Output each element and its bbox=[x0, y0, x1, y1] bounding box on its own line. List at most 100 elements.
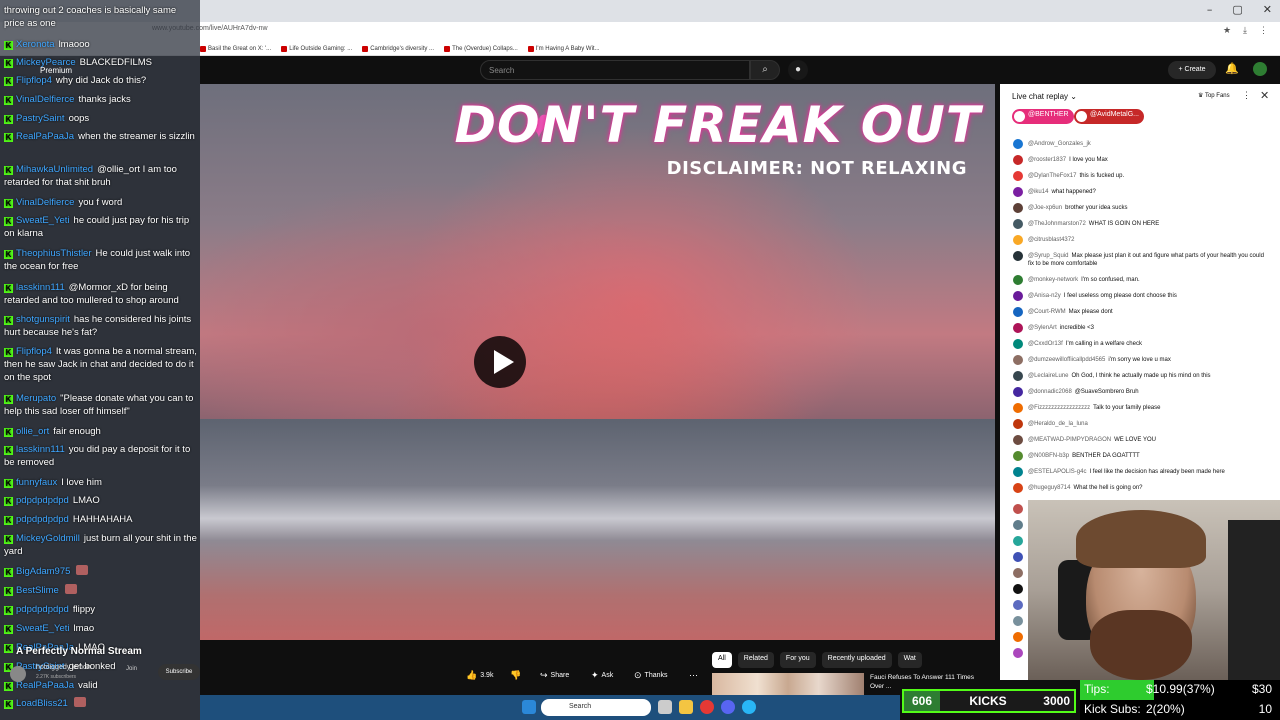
bookmark-item[interactable]: Basil the Great on X: '... bbox=[200, 45, 271, 52]
chat-avatar[interactable] bbox=[1013, 323, 1023, 333]
chat-username[interactable]: MihawkaUnlimited bbox=[16, 164, 93, 175]
notifications-bell-icon[interactable]: 🔔 bbox=[1225, 62, 1239, 75]
chrome-icon[interactable] bbox=[700, 700, 714, 714]
chat-avatar[interactable] bbox=[1013, 387, 1023, 397]
chat-avatar[interactable] bbox=[1013, 139, 1023, 149]
chat-username[interactable]: pdpdpdpdpd bbox=[16, 604, 69, 615]
top-fans-button[interactable]: ♛ Top Fans bbox=[1198, 92, 1230, 99]
chat-avatar[interactable] bbox=[1013, 171, 1023, 181]
bookmark-item[interactable]: I'm Having A Baby Wit... bbox=[527, 45, 600, 52]
chat-username[interactable]: MickeyGoldmill bbox=[16, 533, 80, 544]
chat-avatar[interactable] bbox=[1013, 203, 1023, 213]
chat-avatar[interactable] bbox=[1013, 419, 1023, 429]
chat-avatar[interactable] bbox=[1013, 435, 1023, 445]
chat-avatar[interactable] bbox=[1013, 467, 1023, 477]
live-chat-username[interactable]: @LeclaireLune bbox=[1028, 373, 1068, 379]
chip-recently-uploaded[interactable]: Recently uploaded bbox=[821, 652, 892, 668]
chat-avatar[interactable] bbox=[1013, 251, 1023, 261]
chat-username[interactable]: lasskinn111 bbox=[16, 444, 65, 455]
more-actions-icon[interactable]: ⋯ bbox=[689, 668, 698, 682]
chat-avatar[interactable] bbox=[1013, 235, 1023, 245]
live-chat-username[interactable]: @iku14 bbox=[1028, 189, 1048, 195]
chat-avatar[interactable] bbox=[1013, 291, 1023, 301]
live-chat-username[interactable]: @Syrup_Squid bbox=[1028, 253, 1068, 259]
chat-username[interactable]: VinalDelfierce bbox=[16, 197, 74, 208]
chat-username[interactable]: shotgunspirit bbox=[16, 314, 70, 325]
live-chat-username[interactable]: @CxxdOr13f bbox=[1028, 341, 1063, 347]
live-chat-username[interactable]: @Androw_Gonzales_jk bbox=[1028, 141, 1091, 147]
live-chat-username[interactable]: @ESTELAPOLIS-g4c bbox=[1028, 469, 1086, 475]
task-view-icon[interactable] bbox=[658, 700, 672, 714]
live-chat-username[interactable]: @SylenArt bbox=[1028, 325, 1057, 331]
live-chat-username[interactable]: @DylanTheFox17 bbox=[1028, 173, 1076, 179]
maximize-icon[interactable]: ▢ bbox=[1232, 3, 1242, 16]
live-chat-username[interactable]: @Heraldo_de_la_luna bbox=[1028, 421, 1088, 427]
pinned-fan-badge[interactable]: @AvidMetalG... bbox=[1074, 109, 1144, 124]
chat-username[interactable]: TheophiusThistler bbox=[16, 248, 92, 259]
channel-avatar[interactable] bbox=[10, 666, 26, 682]
dislike-button[interactable]: 👎 bbox=[510, 668, 521, 682]
chat-avatar[interactable] bbox=[1013, 451, 1023, 461]
chip-watched[interactable]: Wat bbox=[897, 652, 922, 668]
live-chat-username[interactable]: @TheJohnmarston72 bbox=[1028, 221, 1086, 227]
windows-start-icon[interactable] bbox=[522, 700, 536, 714]
live-chat-username[interactable]: @MEATWAD-PIMPYDRAGON bbox=[1028, 437, 1111, 443]
live-chat-username[interactable]: @donnadic2068 bbox=[1028, 389, 1072, 395]
live-chat-username[interactable]: @monkey-network bbox=[1028, 277, 1078, 283]
chat-username[interactable]: BestSlime bbox=[16, 585, 59, 596]
thanks-button[interactable]: ⊙ Thanks bbox=[634, 668, 668, 682]
live-chat-username[interactable]: @citrusblast4372 bbox=[1028, 237, 1074, 243]
chat-username[interactable]: LoadBliss21 bbox=[16, 698, 68, 709]
chat-username[interactable]: BigAdam975 bbox=[16, 566, 70, 577]
app-icon[interactable] bbox=[742, 700, 756, 714]
account-avatar[interactable] bbox=[1253, 62, 1267, 76]
chat-avatar[interactable] bbox=[1013, 403, 1023, 413]
chat-username[interactable]: Xeronota bbox=[16, 39, 55, 50]
live-chat-username[interactable]: @Fizzzzzzzzzzzzzzzzz bbox=[1028, 405, 1090, 411]
live-chat-username[interactable]: @Anisa-n2y bbox=[1028, 293, 1061, 299]
video-player[interactable]: ♥ DON'T FREAK OUT DISCLAIMER: NOT RELAXI… bbox=[200, 84, 995, 640]
chat-username[interactable]: pdpdpdpdpd bbox=[16, 495, 69, 506]
chat-username[interactable]: ollie_ort bbox=[16, 426, 49, 437]
search-input[interactable]: Search bbox=[480, 60, 750, 80]
chip-all[interactable]: All bbox=[712, 652, 732, 668]
bookmark-item[interactable]: Life Outside Gaming: ... bbox=[281, 45, 352, 52]
subscribe-button[interactable]: Subscribe bbox=[158, 664, 200, 680]
live-chat-username[interactable]: @hugeguy8714 bbox=[1028, 485, 1070, 491]
chat-avatar[interactable] bbox=[1013, 339, 1023, 349]
join-button[interactable]: Join bbox=[126, 666, 137, 672]
pinned-fan-badge[interactable]: @BENTHER bbox=[1012, 109, 1074, 124]
like-button[interactable]: 👍 3.9k bbox=[466, 668, 493, 682]
live-chat-username[interactable]: @Joe-xp6un bbox=[1028, 205, 1062, 211]
chat-avatar[interactable] bbox=[1013, 355, 1023, 365]
chat-avatar[interactable] bbox=[1013, 275, 1023, 285]
download-icon[interactable]: ⤓ bbox=[1243, 25, 1247, 36]
more-options-icon[interactable]: ⋮ bbox=[1242, 90, 1251, 101]
discord-icon[interactable] bbox=[721, 700, 735, 714]
bookmark-item[interactable]: The (Overdue) Collaps... bbox=[444, 45, 518, 52]
related-video-thumbnail[interactable] bbox=[712, 673, 864, 695]
chat-avatar[interactable] bbox=[1013, 219, 1023, 229]
chat-username[interactable]: SweatE_Yeti bbox=[16, 215, 70, 226]
live-chat-username[interactable]: @rooster1837 bbox=[1028, 157, 1066, 163]
taskbar-search[interactable]: Search bbox=[541, 699, 651, 716]
chip-related[interactable]: Related bbox=[737, 652, 774, 668]
chat-avatar[interactable] bbox=[1013, 483, 1023, 493]
bookmark-item[interactable]: Cambridge's diversity ... bbox=[362, 45, 434, 52]
bookmark-star-icon[interactable]: ★ bbox=[1223, 25, 1231, 36]
chat-username[interactable]: lasskinn111 bbox=[16, 282, 65, 293]
share-button[interactable]: ↪ Share bbox=[540, 668, 569, 682]
live-chat-username[interactable]: @N00BFN-b3p bbox=[1028, 453, 1069, 459]
chat-username[interactable]: funnyfaux bbox=[16, 477, 57, 488]
chat-username[interactable]: RealPaPaaJa bbox=[16, 131, 74, 142]
chat-username[interactable]: VinalDelfierce bbox=[16, 94, 74, 105]
chat-avatar[interactable] bbox=[1013, 371, 1023, 381]
chat-avatar[interactable] bbox=[1013, 155, 1023, 165]
live-chat-title[interactable]: Live chat replay ⌄ bbox=[1012, 92, 1077, 101]
chat-username[interactable]: Flipflop4 bbox=[16, 346, 52, 357]
live-chat-username[interactable]: @Court-RWM bbox=[1028, 309, 1066, 315]
chat-username[interactable]: Flipflop4 bbox=[16, 75, 52, 86]
close-icon[interactable]: ✕ bbox=[1263, 3, 1272, 16]
chat-username[interactable]: pdpdpdpdpd bbox=[16, 514, 69, 525]
channel-name[interactable]: hotdiggedy.lemon bbox=[36, 664, 91, 671]
